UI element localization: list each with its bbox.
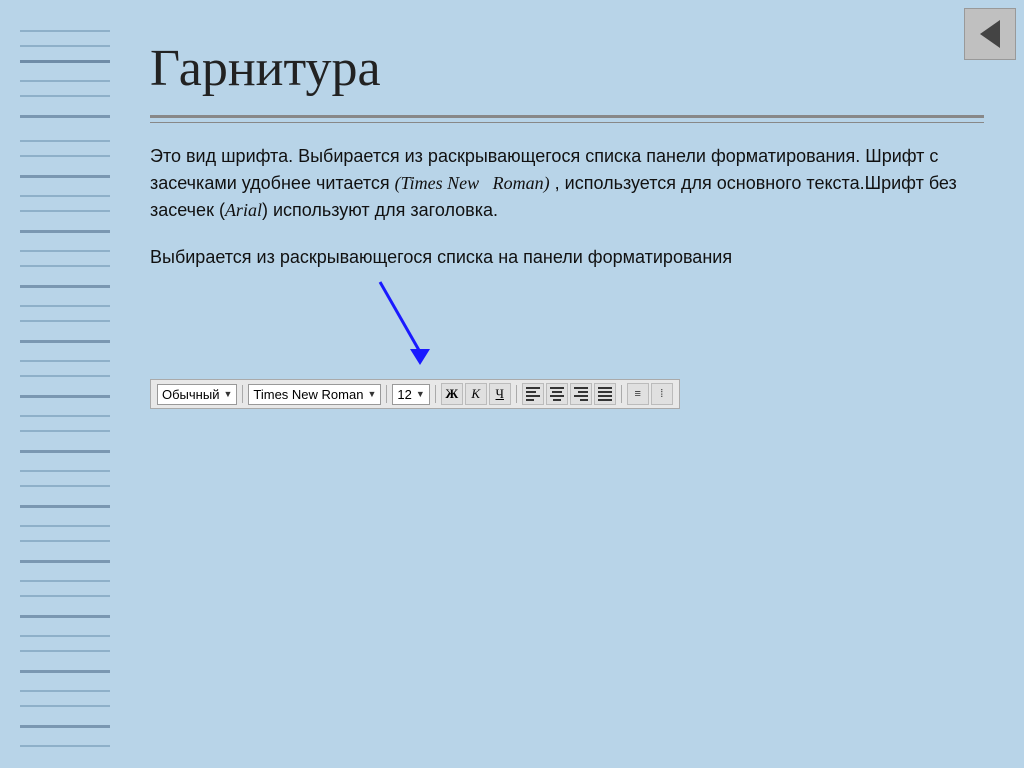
align-justify-icon (596, 385, 614, 403)
deco-line (20, 115, 110, 118)
title-underlines (150, 115, 984, 123)
size-dropdown[interactable]: 12 ▼ (392, 384, 429, 405)
toolbar-divider-1 (242, 385, 243, 403)
deco-line (20, 430, 110, 432)
deco-line (20, 360, 110, 362)
deco-line (20, 265, 110, 267)
formatting-toolbar: Обычный ▼ Times New Roman ▼ 12 ▼ Ж (150, 379, 680, 409)
deco-line (20, 305, 110, 307)
deco-line (20, 60, 110, 63)
para2-text: Выбирается из раскрывающегося списка на … (150, 247, 732, 267)
bold-button[interactable]: Ж (441, 383, 463, 405)
deco-line (20, 580, 110, 582)
deco-line (20, 450, 110, 453)
toolbar-divider-2 (386, 385, 387, 403)
toolbar-container: Обычный ▼ Times New Roman ▼ 12 ▼ Ж (150, 379, 984, 409)
deco-line (20, 595, 110, 597)
deco-line (20, 745, 110, 747)
deco-line (20, 230, 110, 233)
font-dropdown-arrow: ▼ (367, 389, 376, 399)
align-right-button[interactable] (570, 383, 592, 405)
deco-line (20, 320, 110, 322)
deco-line (20, 650, 110, 652)
para1-italic-arial: Arial (225, 200, 262, 220)
deco-line (20, 725, 110, 728)
style-dropdown[interactable]: Обычный ▼ (157, 384, 237, 405)
size-dropdown-arrow: ▼ (416, 389, 425, 399)
toolbar-divider-3 (435, 385, 436, 403)
style-dropdown-arrow: ▼ (223, 389, 232, 399)
deco-line (20, 635, 110, 637)
deco-line (20, 45, 110, 47)
bold-label: Ж (445, 386, 458, 402)
para1-italic-times: (Times New Roman) (395, 173, 550, 193)
deco-line (20, 485, 110, 487)
arrow-svg (350, 277, 470, 367)
deco-line (20, 690, 110, 692)
deco-line (20, 415, 110, 417)
size-label: 12 (397, 387, 411, 402)
align-justify-button[interactable] (594, 383, 616, 405)
line-spacing-button[interactable]: ≡ (627, 383, 649, 405)
deco-line (20, 615, 110, 618)
extra-format-icon: ⁞ (660, 388, 663, 400)
deco-line (20, 95, 110, 97)
deco-line (20, 470, 110, 472)
deco-line (20, 210, 110, 212)
align-center-button[interactable] (546, 383, 568, 405)
main-content: Гарнитура Это вид шрифта. Выбирается из … (110, 0, 1024, 768)
para1-text3: ) используют для заголовка. (262, 200, 498, 220)
deco-line (20, 540, 110, 542)
deco-line (20, 250, 110, 252)
italic-button[interactable]: К (465, 383, 487, 405)
align-left-button[interactable] (522, 383, 544, 405)
deco-line (20, 560, 110, 563)
deco-line (20, 395, 110, 398)
deco-line (20, 705, 110, 707)
deco-line (20, 340, 110, 343)
body-paragraph-2: Выбирается из раскрывающегося списка на … (150, 244, 984, 271)
align-left-icon (524, 385, 542, 403)
extra-format-button[interactable]: ⁞ (651, 383, 673, 405)
deco-line (20, 140, 110, 142)
deco-line (20, 195, 110, 197)
font-label: Times New Roman (253, 387, 363, 402)
style-label: Обычный (162, 387, 219, 402)
deco-line (20, 505, 110, 508)
underline-label: Ч (496, 386, 504, 402)
deco-line (20, 80, 110, 82)
line-spacing-icon: ≡ (635, 388, 641, 400)
left-decoration (0, 0, 110, 768)
arrow-container (150, 287, 984, 367)
title-line-thick (150, 115, 984, 118)
align-center-icon (548, 385, 566, 403)
deco-line (20, 285, 110, 288)
italic-label: К (471, 386, 480, 402)
title-line-thin (150, 122, 984, 123)
toolbar-divider-5 (621, 385, 622, 403)
body-paragraph-1: Это вид шрифта. Выбирается из раскрывающ… (150, 143, 984, 224)
page-title: Гарнитура (150, 40, 984, 97)
deco-line (20, 525, 110, 527)
underline-button[interactable]: Ч (489, 383, 511, 405)
deco-line (20, 375, 110, 377)
deco-line (20, 155, 110, 157)
title-section: Гарнитура (150, 40, 984, 97)
align-right-icon (572, 385, 590, 403)
font-dropdown[interactable]: Times New Roman ▼ (248, 384, 381, 405)
toolbar-divider-4 (516, 385, 517, 403)
deco-line (20, 30, 110, 32)
deco-line (20, 175, 110, 178)
deco-line (20, 670, 110, 673)
